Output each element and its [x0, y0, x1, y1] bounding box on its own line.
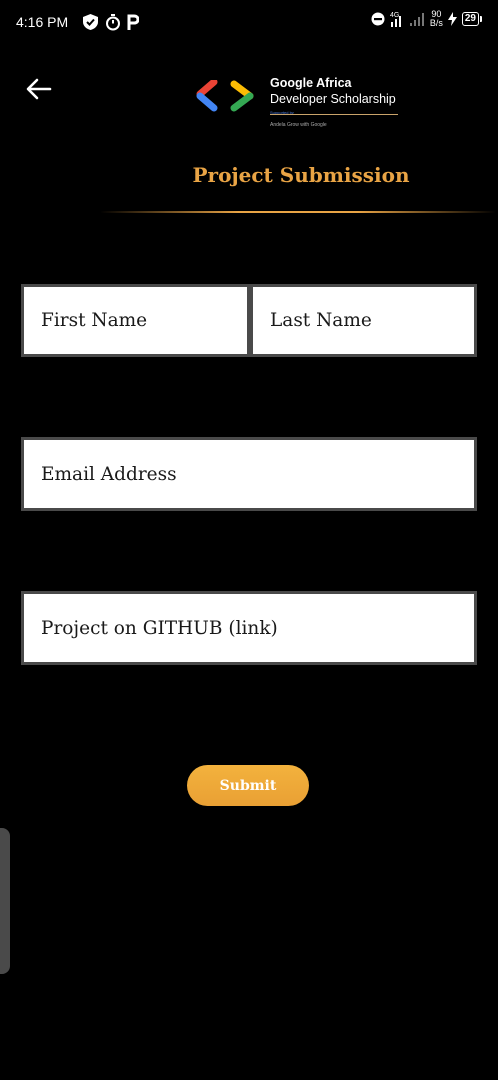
page-title: Project Submission [192, 163, 410, 187]
back-button[interactable] [24, 74, 54, 104]
github-link-placeholder: Project on GITHUB (link) [41, 617, 278, 639]
shield-check-icon [83, 14, 98, 30]
email-placeholder: Email Address [41, 463, 177, 485]
submit-label: Submit [219, 777, 277, 794]
brand-partners: Andela Grow with Google [270, 122, 327, 128]
network-speed: 90 B/s [430, 10, 443, 28]
battery-indicator: 29 [461, 12, 482, 26]
battery-level: 29 [461, 12, 479, 26]
github-link-input[interactable]: Project on GITHUB (link) [21, 591, 477, 665]
status-time: 4:16 PM [16, 14, 69, 30]
status-right-icons: 4G 90 B/s 29 [371, 10, 482, 28]
signal-bars-icon [409, 13, 424, 26]
email-input[interactable]: Email Address [21, 437, 477, 511]
title-divider [100, 211, 496, 213]
first-name-placeholder: First Name [41, 310, 148, 331]
first-name-input[interactable]: First Name [21, 284, 250, 357]
brand-line-1-text: Google Africa [270, 76, 352, 90]
brand-line-2: Developer Scholarship [270, 92, 396, 106]
submit-button[interactable]: Submit [187, 765, 309, 806]
charging-bolt-icon [447, 12, 457, 26]
signal-4g-icon: 4G [390, 12, 401, 27]
arrow-left-icon [26, 78, 52, 100]
edge-panel-handle[interactable] [0, 828, 10, 974]
status-left-icons [82, 13, 139, 31]
battery-tip [480, 16, 482, 22]
brand-divider [270, 114, 398, 115]
network-speed-unit: B/s [429, 18, 443, 28]
brand-title: Google Africa Developer Scholarship [270, 75, 396, 107]
last-name-placeholder: Last Name [270, 310, 372, 331]
svg-text:4G: 4G [390, 12, 399, 19]
brand-logo-icon [196, 80, 254, 112]
stopwatch-icon [106, 14, 120, 31]
do-not-disturb-icon [371, 12, 385, 26]
brand-line-1: Google Africa [270, 75, 396, 91]
parking-icon [127, 14, 139, 30]
last-name-input[interactable]: Last Name [250, 284, 477, 357]
status-bar: 4:16 PM 4G 90 B/s 29 [0, 0, 498, 48]
